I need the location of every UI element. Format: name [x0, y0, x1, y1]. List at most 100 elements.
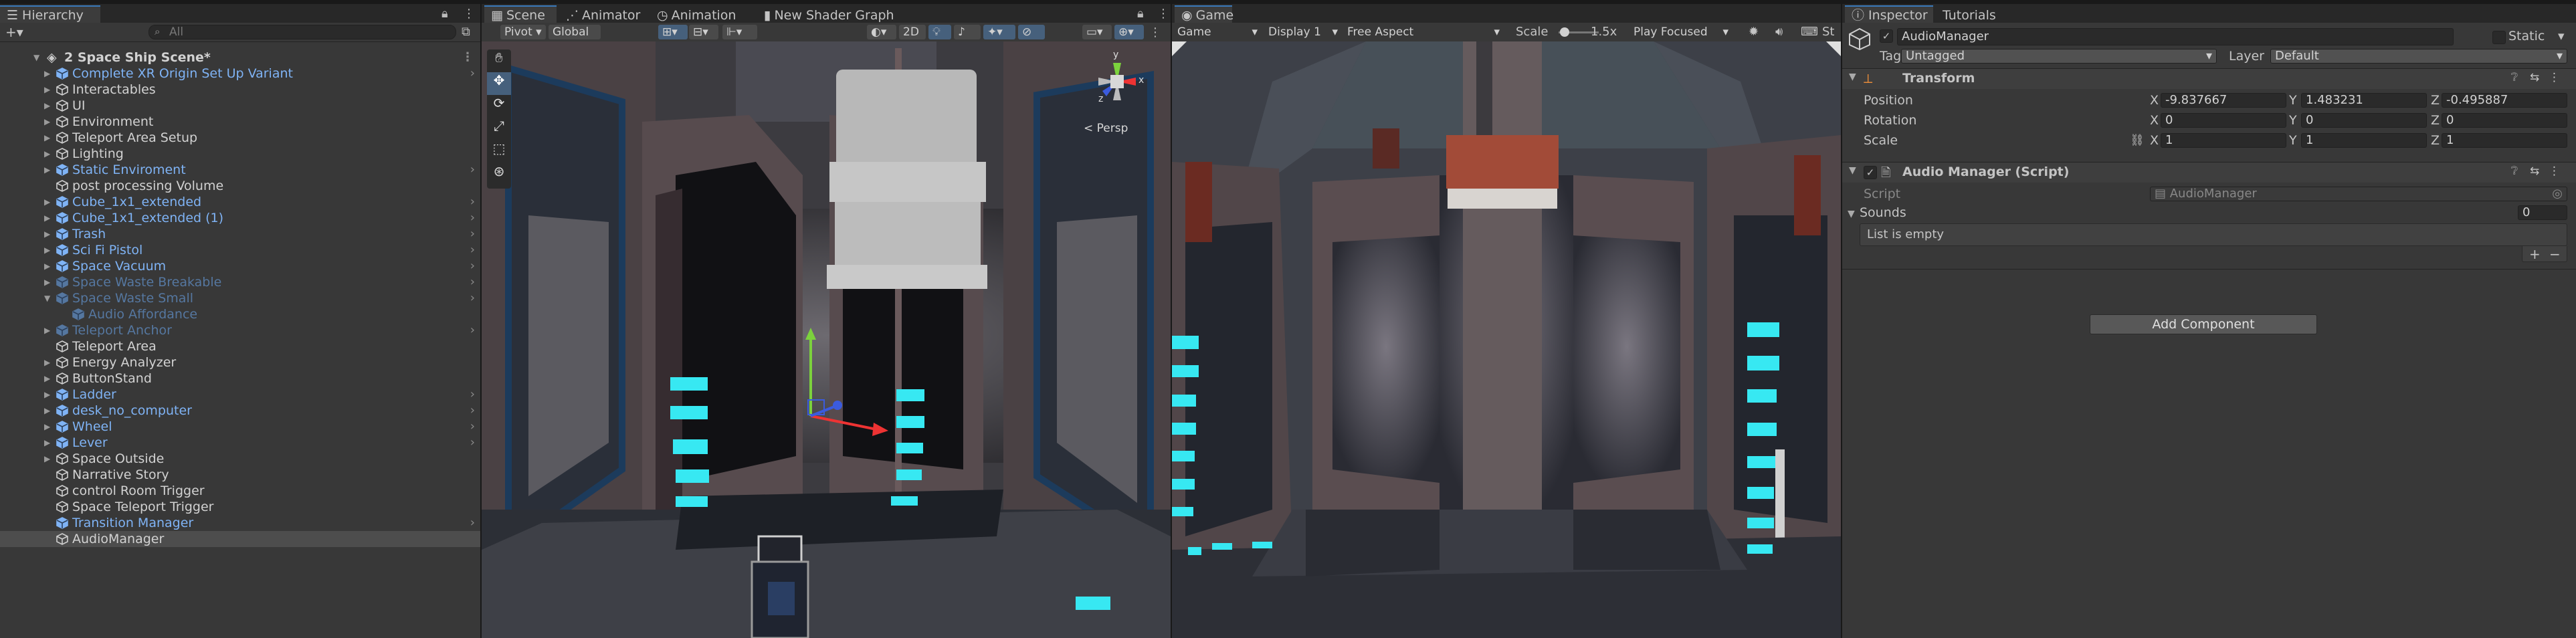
gizmos-icon[interactable]: ⌨ — [1801, 25, 1818, 39]
rect-tool-icon[interactable]: ⬚ — [487, 140, 511, 163]
hierarchy-row[interactable]: ▶ Space Waste Breakable › — [0, 274, 480, 290]
position-x-field[interactable]: -9.837667 — [2161, 93, 2286, 108]
tag-dropdown[interactable]: Untagged ▾ — [1901, 49, 2217, 64]
game-viewport[interactable] — [1172, 41, 1841, 638]
hierarchy-row[interactable]: ▶ UI — [0, 98, 480, 114]
search-input[interactable]: ⌕ All — [148, 25, 456, 39]
hierarchy-row[interactable]: ▶ Complete XR Origin Set Up Variant › — [0, 66, 480, 82]
expand-arrow-icon[interactable]: ▼ — [33, 49, 41, 66]
hierarchy-row[interactable]: ▶ Sci Fi Pistol › — [0, 242, 480, 258]
hierarchy-row[interactable]: ▶ Cube_1x1_extended (1) › — [0, 210, 480, 226]
increment-snap-button[interactable]: ⊩▾ — [722, 25, 757, 39]
scene-viewport[interactable]: ✋︎ ✥ ⟳ ⤢ ⬚ ⊛ y x z < Persp — [482, 41, 1171, 638]
tab-animation[interactable]: ◷ Animation — [650, 5, 742, 23]
game-mode-dropdown[interactable]: Game ▾ — [1173, 25, 1262, 39]
expand-arrow-icon[interactable]: ▶ — [44, 451, 52, 467]
camera-dropdown-icon[interactable]: ▭▾ — [1082, 25, 1112, 39]
scene-more-icon[interactable]: ⋮ — [1149, 25, 1161, 39]
draw-mode-button[interactable]: ◐▾ — [867, 25, 896, 39]
open-prefab-chevron-icon[interactable]: › — [470, 515, 475, 531]
static-dropdown-icon[interactable]: ▾ — [2558, 28, 2565, 44]
hierarchy-row[interactable]: ▶ Space Vacuum › — [0, 258, 480, 274]
kebab-menu-icon[interactable]: ⋮ — [1157, 7, 1169, 21]
preset-icon[interactable]: ⇆ — [2530, 71, 2539, 84]
hierarchy-row[interactable]: ▶ Lever › — [0, 435, 480, 451]
scene-root-row[interactable]: ▼ ◈ 2 Space Ship Scene* ⋮ — [0, 49, 480, 66]
expand-arrow-icon[interactable]: ▶ — [44, 274, 52, 290]
scene-menu-icon[interactable]: ⋮ — [462, 49, 474, 66]
scale-x-field[interactable]: 1 — [2161, 133, 2286, 148]
add-component-button[interactable]: Add Component — [2090, 314, 2317, 334]
object-picker-icon[interactable]: ◎ — [2552, 187, 2563, 201]
tab-hierarchy[interactable]: ☰ Hierarchy — [0, 5, 100, 23]
foldout-arrow-icon[interactable]: ▼ — [1849, 165, 1856, 176]
scale-slider-handle[interactable] — [1560, 27, 1569, 37]
help-icon[interactable]: ❔︎ — [2511, 165, 2518, 178]
tab-tutorials[interactable]: Tutorials — [1936, 5, 2009, 23]
open-prefab-chevron-icon[interactable]: › — [470, 162, 475, 178]
display-dropdown[interactable]: Display 1 ▾ — [1264, 25, 1342, 39]
tab-game[interactable]: ◉ Game — [1175, 5, 1233, 23]
expand-arrow-icon[interactable]: ▶ — [44, 242, 52, 258]
position-z-field[interactable]: -0.495887 — [2442, 93, 2567, 108]
rotation-z-field[interactable]: 0 — [2442, 113, 2567, 128]
expand-arrow-icon[interactable]: ▶ — [44, 354, 52, 370]
hierarchy-row[interactable]: ▶ Lighting — [0, 146, 480, 162]
global-dropdown[interactable]: Global ▾ — [549, 25, 601, 54]
hierarchy-row[interactable]: ▶ Trash › — [0, 226, 480, 242]
scale-y-field[interactable]: 1 — [2301, 133, 2427, 148]
aspect-dropdown[interactable]: Free Aspect ▾ — [1343, 25, 1504, 39]
rotate-tool-icon[interactable]: ⟳ — [487, 95, 511, 118]
hierarchy-row[interactable]: ▶ desk_no_computer › — [0, 403, 480, 419]
expand-arrow-icon[interactable]: ▶ — [44, 146, 52, 162]
expand-arrow-icon[interactable]: ▶ — [44, 194, 52, 210]
component-menu-icon[interactable]: ⋮ — [2549, 71, 2560, 84]
open-prefab-chevron-icon[interactable]: › — [470, 226, 475, 242]
hierarchy-row[interactable]: ▶ Wheel › — [0, 419, 480, 435]
frame-debugger-icon[interactable]: ✹ — [1749, 25, 1759, 39]
layer-dropdown[interactable]: Default ▾ — [2270, 49, 2567, 64]
expand-arrow-icon[interactable]: ▶ — [44, 226, 52, 242]
add-list-item-button[interactable]: + — [2529, 246, 2541, 262]
hierarchy-row[interactable]: ▶ ButtonStand — [0, 370, 480, 387]
hierarchy-row[interactable]: Space Teleport Trigger — [0, 499, 480, 515]
rotation-y-field[interactable]: 0 — [2301, 113, 2427, 128]
lighting-toggle-icon[interactable]: 💡︎ — [928, 25, 951, 39]
open-prefab-chevron-icon[interactable]: › — [470, 387, 475, 403]
hierarchy-row[interactable]: Audio Affordance — [0, 306, 480, 322]
kebab-menu-icon[interactable]: ⋮ — [463, 7, 475, 21]
active-checkbox[interactable]: ✓ — [1880, 29, 1893, 43]
audio-toggle-icon[interactable]: ♪ — [954, 25, 981, 39]
preset-icon[interactable]: ⇆ — [2530, 165, 2539, 178]
scale-tool-icon[interactable]: ⤢ — [487, 118, 511, 140]
expand-arrow-icon[interactable]: ▶ — [44, 82, 52, 98]
open-prefab-chevron-icon[interactable]: › — [470, 435, 475, 451]
grid-visibility-button[interactable]: ⊟▾ — [689, 25, 718, 39]
lock-icon[interactable]: 🔒︎ — [1137, 7, 1144, 21]
expand-arrow-icon[interactable]: ▶ — [44, 210, 52, 226]
component-menu-icon[interactable]: ⋮ — [2549, 165, 2560, 178]
tab-new-shader-graph[interactable]: ▮ New Shader Graph — [757, 5, 911, 23]
stats-button[interactable]: St — [1822, 25, 1834, 39]
expand-arrow-icon[interactable]: ▶ — [44, 435, 52, 451]
expand-arrow-icon[interactable]: ▶ — [44, 162, 52, 178]
hierarchy-row[interactable]: ▶ Cube_1x1_extended › — [0, 194, 480, 210]
open-prefab-chevron-icon[interactable]: › — [470, 322, 475, 338]
projection-label[interactable]: < Persp — [1084, 122, 1128, 135]
open-prefab-chevron-icon[interactable]: › — [470, 403, 475, 419]
hierarchy-row[interactable]: Teleport Area — [0, 338, 480, 354]
hand-tool-icon[interactable]: ✋︎ — [487, 49, 511, 72]
hierarchy-row[interactable]: ▼ Space Waste Small › — [0, 290, 480, 306]
grid-snap-button[interactable]: ⊞▾ — [658, 25, 688, 39]
hierarchy-row[interactable]: AudioManager — [0, 531, 480, 547]
tab-scene[interactable]: ▦ Scene — [484, 5, 557, 23]
hierarchy-row[interactable]: ▶ Teleport Anchor › — [0, 322, 480, 338]
effects-dropdown-icon[interactable]: ✦▾ — [983, 25, 1015, 39]
open-prefab-chevron-icon[interactable]: › — [470, 194, 475, 210]
scale-z-field[interactable]: 1 — [2442, 133, 2567, 148]
hierarchy-row[interactable]: ▶ Static Enviroment › — [0, 162, 480, 178]
expand-arrow-icon[interactable]: ▶ — [44, 114, 52, 130]
expand-arrow-icon[interactable]: ▶ — [44, 258, 52, 274]
foldout-arrow-icon[interactable]: ▼ — [1849, 72, 1856, 82]
add-button[interactable]: +▾ — [5, 24, 23, 40]
